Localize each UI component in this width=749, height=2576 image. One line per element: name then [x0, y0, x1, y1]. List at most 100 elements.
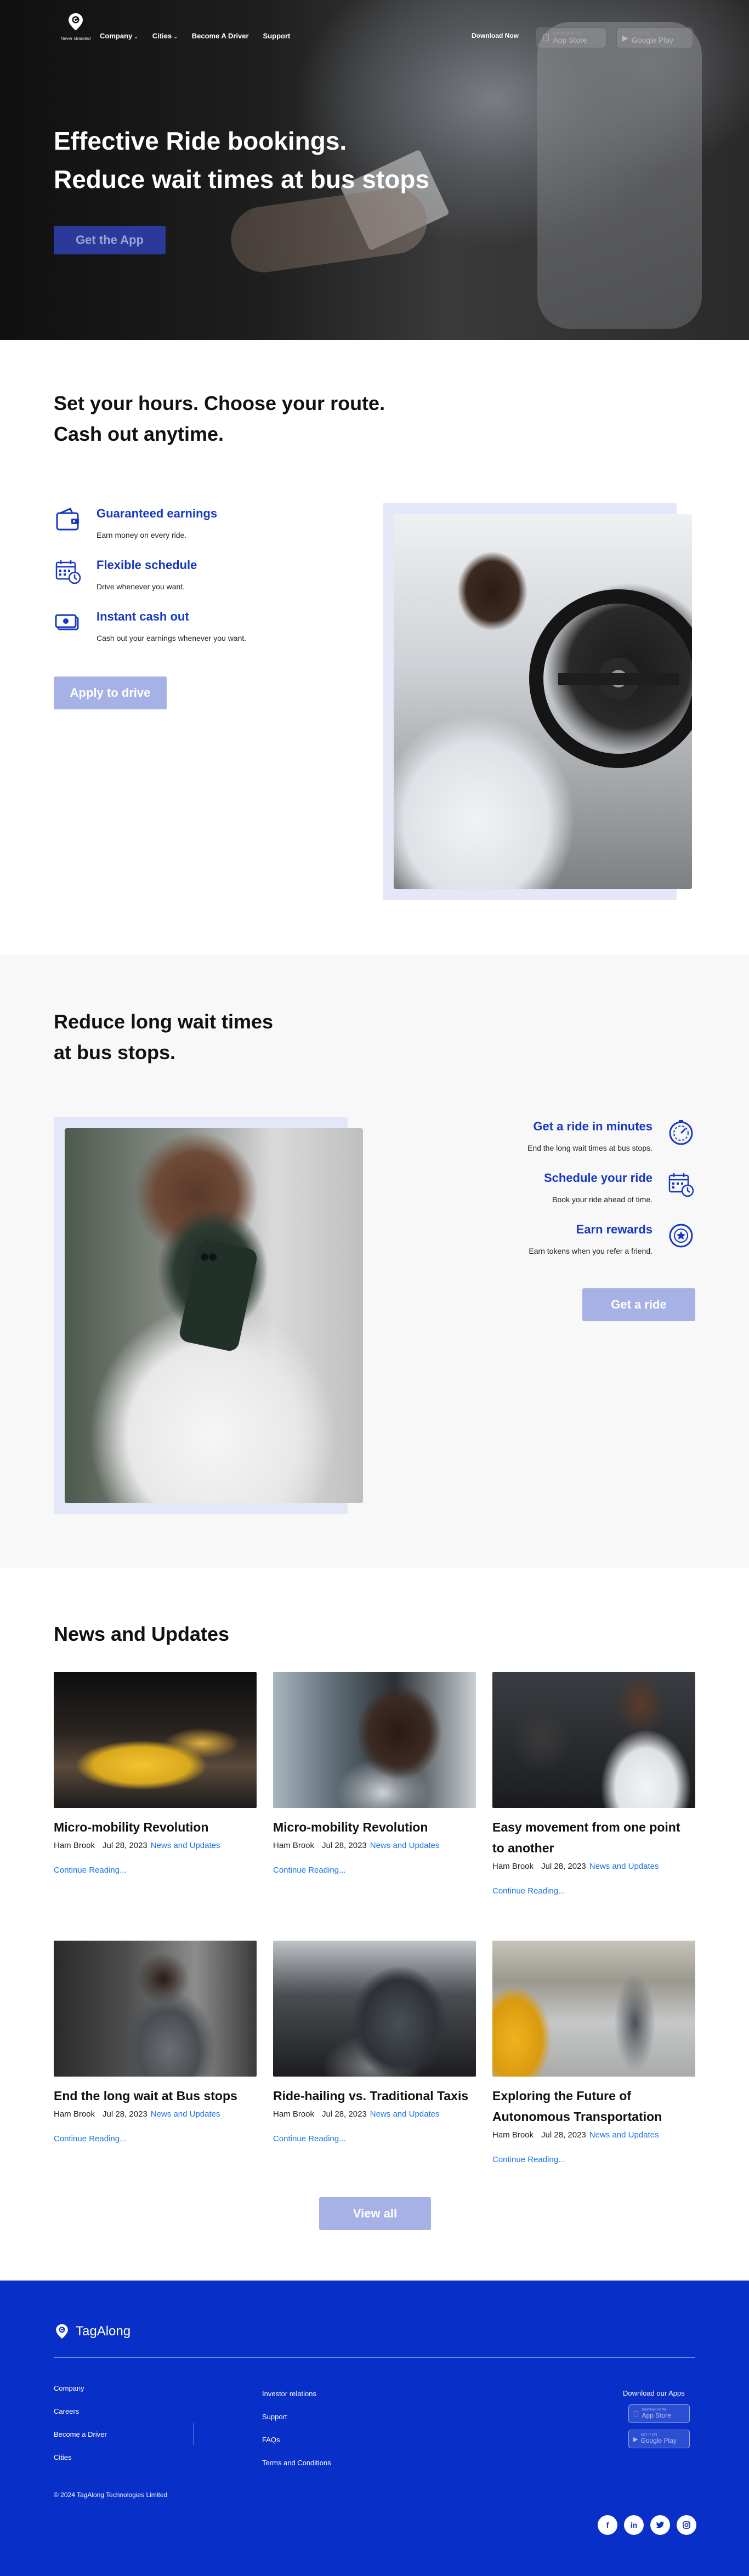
news-card-title[interactable]: Ride-hailing vs. Traditional Taxis [273, 2085, 476, 2106]
feature-title: Get a ride in minutes [533, 1119, 652, 1133]
footer-link[interactable]: Careers [54, 2407, 79, 2415]
rider-section-title: Reduce long wait times at bus stops. [54, 1006, 273, 1068]
google-play-badge[interactable]: ▶ GET IT ON Google Play [616, 27, 693, 48]
news-card-date: Jul 28, 2023 [322, 1841, 367, 1850]
news-card-image[interactable] [492, 1672, 695, 1808]
nav-company[interactable]: Company ⌄ [100, 32, 138, 40]
news-card-category[interactable]: News and Updates [370, 2109, 440, 2119]
footer-link[interactable]: Terms and Conditions [262, 2459, 331, 2467]
news-card-category[interactable]: News and Updates [589, 2130, 659, 2140]
continue-reading-link[interactable]: Continue Reading... [54, 2134, 257, 2143]
reward-badge-icon [669, 1224, 693, 1248]
site-logo[interactable]: Never stranded [54, 12, 98, 43]
news-card-title[interactable]: Exploring the Future of Autonomous Trans… [492, 2085, 695, 2127]
news-card-meta: Ham Brook Jul 28, 2023 News and Updates [273, 2109, 476, 2119]
footer-download-label: Download our Apps [623, 2389, 685, 2397]
footer-links-info: Investor relations Support FAQs Terms an… [262, 2382, 331, 2475]
footer-links-company: Company Careers Become a Driver Cities [54, 2377, 107, 2469]
news-card-image[interactable] [273, 1941, 476, 2077]
rider-feature-rewards: Earn rewards Earn tokens when you refer … [529, 1221, 695, 1255]
news-card[interactable]: Ride-hailing vs. Traditional Taxis Ham B… [273, 1941, 476, 2143]
footer-logo[interactable]: TagAlong [54, 2323, 130, 2340]
footer-link[interactable]: Investor relations [262, 2390, 316, 2398]
footer-link[interactable]: Cities [54, 2453, 72, 2461]
copyright: © 2024 TagAlong Technologies Limited [54, 2491, 168, 2499]
twitter-icon[interactable] [650, 2515, 670, 2535]
news-card-title[interactable]: Easy movement from one point to another [492, 1817, 695, 1858]
footer-google-play-badge[interactable]: ▶ GET IT ON Google Play [628, 2430, 690, 2448]
news-card-category[interactable]: News and Updates [151, 2109, 220, 2119]
driver-photo [394, 514, 692, 889]
news-card-meta: Ham Brook Jul 28, 2023 News and Updates [492, 1862, 695, 1871]
news-card-category[interactable]: News and Updates [151, 1841, 220, 1850]
continue-reading-link[interactable]: Continue Reading... [273, 1866, 476, 1875]
news-card-title[interactable]: End the long wait at Bus stops [54, 2085, 257, 2106]
nav-cities[interactable]: Cities ⌄ [152, 32, 178, 40]
apply-to-drive-button[interactable]: Apply to drive [54, 676, 167, 709]
footer-column-separator [193, 2423, 194, 2445]
facebook-icon[interactable]: f [598, 2515, 617, 2535]
app-store-badge[interactable]:  Download on theApp Store [536, 27, 606, 48]
phone-illustration [179, 1239, 257, 1351]
news-card-title[interactable]: Micro-mobility Revolution [54, 1817, 257, 1838]
continue-reading-link[interactable]: Continue Reading... [54, 1866, 257, 1875]
feature-title: Guaranteed earnings [97, 507, 218, 520]
news-card-title[interactable]: Micro-mobility Revolution [273, 1817, 476, 1838]
get-the-app-button[interactable]: Get the App [54, 226, 166, 254]
news-card-category[interactable]: News and Updates [589, 1862, 659, 1871]
news-card-author: Ham Brook [273, 1841, 315, 1850]
google-play-small: GET IT ON [631, 31, 651, 36]
footer-link[interactable]: Become a Driver [54, 2430, 107, 2438]
main-nav: Company ⌄ Cities ⌄ Become A Driver Support [100, 32, 290, 40]
download-now-link[interactable]: Download Now [472, 32, 519, 39]
calendar-clock-icon [55, 560, 81, 584]
rider-section: Reduce long wait times at bus stops. Get… [0, 954, 749, 1568]
news-card-meta: Ham Brook Jul 28, 2023 News and Updates [54, 2109, 257, 2119]
footer-app-store-badge[interactable]:  Download on theApp Store [628, 2404, 690, 2423]
footer-link[interactable]: Company [54, 2384, 84, 2392]
feature-title: Schedule your ride [543, 1171, 652, 1185]
hero-title-line2: Reduce wait times at bus stops [54, 165, 430, 194]
feature-desc: Cash out your earnings whenever you want… [97, 634, 247, 642]
hero-background-figure [537, 22, 702, 329]
continue-reading-link[interactable]: Continue Reading... [273, 2134, 476, 2143]
driver-feature-earnings: Guaranteed earnings Earn money on every … [54, 505, 217, 539]
continue-reading-link[interactable]: Continue Reading... [492, 2155, 695, 2164]
continue-reading-link[interactable]: Continue Reading... [492, 1886, 695, 1896]
feature-desc: Earn money on every ride. [97, 531, 187, 539]
news-card-image[interactable] [54, 1672, 257, 1808]
feature-title: Flexible schedule [97, 558, 197, 572]
nav-cities-label: Cities [152, 32, 172, 40]
hero-title-line1: Effective Ride bookings. [54, 127, 347, 155]
hero-section: Never stranded Company ⌄ Cities ⌄ Become A… [0, 0, 749, 340]
apple-icon:  [542, 32, 550, 44]
news-card-image[interactable] [492, 1941, 695, 2077]
footer-link[interactable]: Support [262, 2413, 287, 2421]
news-card-category[interactable]: News and Updates [370, 1841, 440, 1850]
footer-link[interactable]: FAQs [262, 2436, 280, 2444]
google-play-big: Google Play [640, 2437, 677, 2444]
news-card[interactable]: Exploring the Future of Autonomous Trans… [492, 1941, 695, 2164]
news-card[interactable]: Easy movement from one point to another … [492, 1672, 695, 1896]
nav-support[interactable]: Support [263, 32, 291, 40]
feature-desc: Drive whenever you want. [97, 582, 185, 591]
logo-tagline: Never stranded [60, 36, 91, 41]
rider-title-line1: Reduce long wait times [54, 1010, 274, 1033]
linkedin-icon[interactable]: in [624, 2515, 644, 2535]
news-card-date: Jul 28, 2023 [541, 1862, 586, 1871]
news-card[interactable]: Micro-mobility Revolution Ham Brook Jul 2… [54, 1672, 257, 1875]
news-card-meta: Ham Brook Jul 28, 2023 News and Updates [54, 1841, 257, 1850]
nav-become-driver[interactable]: Become A Driver [192, 32, 249, 40]
view-all-button[interactable]: View all [319, 2197, 431, 2230]
instagram-icon[interactable] [677, 2515, 696, 2535]
news-card-image[interactable] [54, 1941, 257, 2077]
get-a-ride-button[interactable]: Get a ride [582, 1288, 695, 1321]
feature-desc: End the long wait times at bus stops. [527, 1144, 652, 1152]
logo-pin-icon [56, 2324, 68, 2339]
news-card[interactable]: Micro-mobility Revolution Ham Brook Jul 2… [273, 1672, 476, 1875]
nav-company-label: Company [100, 32, 133, 40]
app-store-big: App Store [546, 35, 587, 44]
news-card[interactable]: End the long wait at Bus stops Ham Brook… [54, 1941, 257, 2143]
news-card-image[interactable] [273, 1672, 476, 1808]
driver-title-line2: Cash out anytime. [54, 423, 224, 445]
